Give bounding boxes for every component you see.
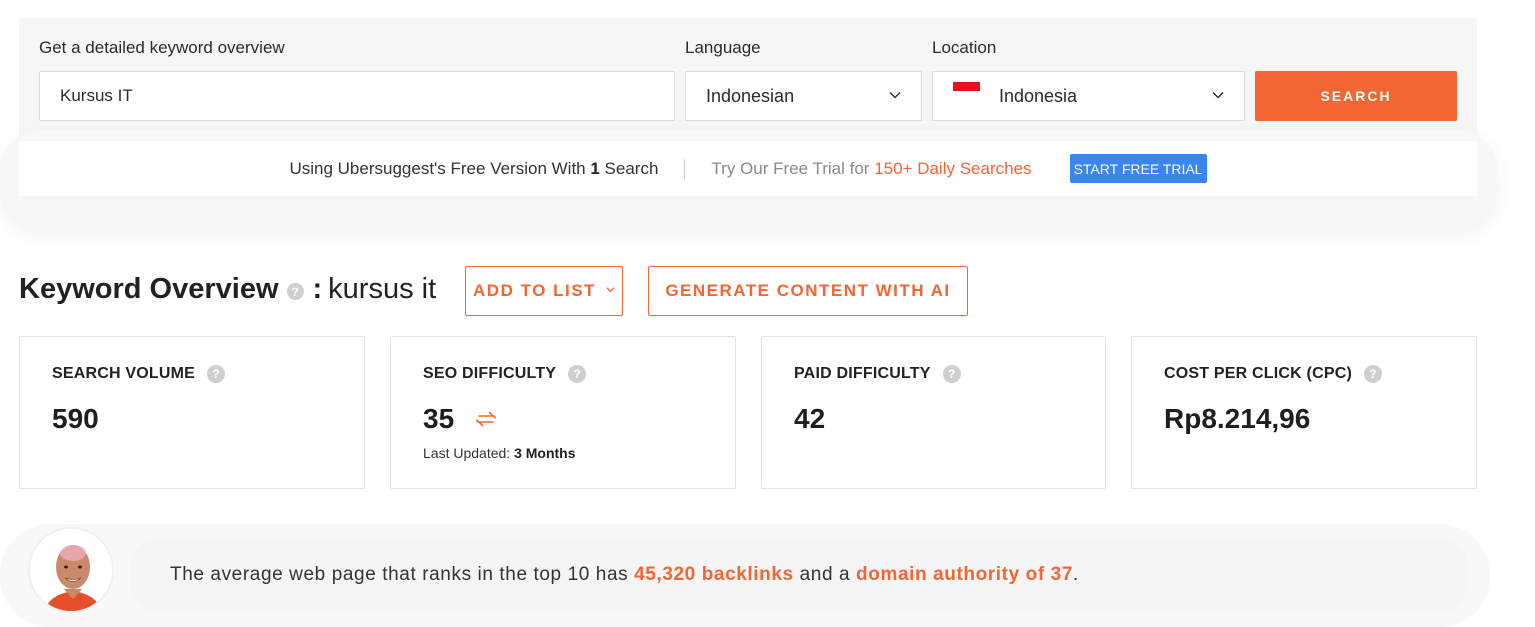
generate-content-button[interactable]: GENERATE CONTENT WITH AI — [648, 266, 968, 316]
search-volume-value: 590 — [52, 403, 99, 434]
backlinks-highlight: 45,320 backlinks — [634, 564, 794, 585]
refresh-icon[interactable] — [474, 408, 498, 430]
question-icon[interactable]: ? — [942, 365, 961, 383]
search-button[interactable]: SEARCH — [1255, 71, 1457, 121]
keyword-input[interactable] — [39, 71, 675, 121]
last-updated: Last Updated: 3 Months — [423, 445, 576, 461]
divider — [684, 158, 686, 179]
card-title: COST PER CLICK (CPC) ? — [1164, 365, 1382, 383]
trial-text: Try Our Free Trial for 150+ Daily Search… — [711, 158, 1032, 178]
avatar — [28, 527, 114, 613]
question-icon[interactable]: ? — [207, 365, 226, 383]
paid-difficulty-card: PAID DIFFICULTY ? 42 — [761, 336, 1106, 489]
avatar-portrait — [30, 529, 112, 611]
search-volume-card: SEARCH VOLUME ? 590 — [19, 336, 365, 489]
indonesia-flag-icon — [953, 82, 980, 100]
paid-difficulty-value: 42 — [794, 403, 826, 434]
card-title: PAID DIFFICULTY ? — [794, 365, 961, 383]
trial-highlight: 150+ Daily Searches — [874, 158, 1032, 178]
card-title: SEARCH VOLUME ? — [52, 365, 226, 383]
overview-keyword: kursus it — [328, 273, 437, 305]
language-select[interactable]: Indonesian — [685, 71, 922, 121]
free-version-text: Using Ubersuggest's Free Version With 1 … — [289, 158, 659, 178]
insight-text: The average web page that ranks in the t… — [170, 564, 1079, 585]
language-value: Indonesian — [706, 85, 795, 106]
chevron-down-icon — [1212, 91, 1224, 99]
chevron-down-icon — [889, 91, 901, 99]
search-panel: Get a detailed keyword overview Language… — [19, 18, 1477, 140]
chevron-down-icon — [606, 286, 615, 292]
overview-title: Keyword Overview — [19, 273, 279, 305]
cpc-value: Rp8.214,96 — [1164, 403, 1311, 434]
question-icon[interactable]: ? — [568, 365, 587, 383]
keyword-label: Get a detailed keyword overview — [39, 38, 285, 57]
seo-difficulty-value: 35 — [423, 403, 455, 434]
page-title: Keyword Overview ? : kursus it — [19, 273, 436, 306]
title-colon: : — [312, 273, 323, 305]
question-icon[interactable]: ? — [1364, 365, 1382, 383]
start-free-trial-button[interactable]: START FREE TRIAL — [1069, 154, 1207, 183]
authority-highlight: domain authority of 37 — [856, 564, 1073, 585]
card-title: SEO DIFFICULTY ? — [423, 365, 587, 383]
location-label: Location — [932, 38, 997, 57]
search-count: 1 — [590, 158, 600, 178]
location-value: Indonesia — [999, 85, 1078, 106]
language-label: Language — [685, 38, 761, 57]
cpc-card: COST PER CLICK (CPC) ? Rp8.214,96 — [1131, 336, 1477, 489]
seo-difficulty-card: SEO DIFFICULTY ? 35 Last Updated: 3 Mont… — [390, 336, 736, 489]
question-icon[interactable]: ? — [286, 283, 304, 300]
seo-difficulty-value-row: 35 — [423, 403, 498, 435]
free-version-bar: Using Ubersuggest's Free Version With 1 … — [19, 141, 1477, 196]
add-to-list-button[interactable]: ADD TO LIST — [465, 266, 623, 316]
location-select[interactable]: Indonesia — [932, 71, 1245, 121]
add-to-list-label: ADD TO LIST — [473, 281, 596, 300]
insight-banner: The average web page that ranks in the t… — [130, 537, 1468, 613]
